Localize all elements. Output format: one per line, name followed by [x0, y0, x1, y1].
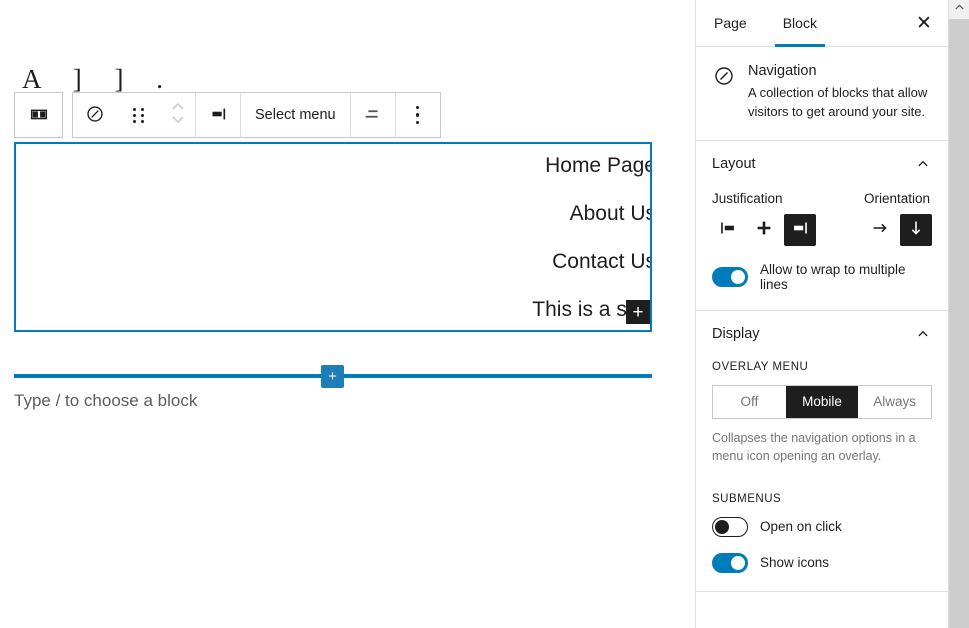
layout-panel-title: Layout [712, 155, 756, 172]
navigation-block[interactable]: Home Page About Us Contact Us This is a … [14, 142, 652, 332]
layout-panel-header[interactable]: Layout [712, 155, 932, 173]
layout-panel: Layout Justification Orientation Allow t… [696, 141, 948, 311]
orientation-control: Orientation [864, 191, 932, 246]
display-panel-header[interactable]: Display [712, 325, 932, 343]
nav-menu-item[interactable]: About Us [570, 202, 650, 226]
block-toolbar: Select menu [14, 92, 441, 138]
navigation-compass-icon [84, 103, 106, 128]
align-button[interactable] [351, 93, 395, 137]
orientation-options [864, 213, 932, 246]
block-inserter-button[interactable]: + [321, 365, 344, 388]
allow-wrap-label: Allow to wrap to multiple lines [760, 261, 906, 292]
columns-toggle-button[interactable] [17, 93, 61, 137]
overlay-menu-segmented-control: Off Mobile Always [712, 384, 932, 419]
drag-handle-icon [133, 107, 145, 123]
orientation-label: Orientation [864, 190, 931, 206]
navigation-item-list: Home Page About Us Contact Us This is a … [16, 144, 650, 330]
navigation-compass-icon [712, 64, 736, 88]
display-panel: Display OVERLAY MENU Off Mobile Always C… [696, 311, 948, 592]
arrow-down-icon [905, 217, 927, 242]
submenus-label: SUBMENUS [712, 492, 782, 505]
move-up-down-icon [169, 100, 187, 131]
toggle-knob [715, 519, 729, 534]
select-menu-button[interactable]: Select menu [241, 93, 350, 137]
show-icons-row: Show icons [712, 552, 932, 573]
tab-page[interactable]: Page [696, 0, 765, 46]
toggle-knob [731, 555, 745, 570]
nav-menu-item[interactable]: Home Page [545, 154, 650, 178]
justification-label: Justification [712, 190, 783, 206]
justify-left-icon [717, 217, 739, 242]
chevron-up-icon [914, 155, 932, 173]
scroll-up-button[interactable] [949, 0, 969, 19]
more-options-icon [415, 105, 420, 125]
block-card-description: A collection of blocks that allow visito… [748, 85, 928, 119]
justification-button[interactable] [196, 93, 240, 137]
justify-left-button[interactable] [712, 214, 744, 246]
columns-icon [28, 103, 50, 128]
justify-right-icon [789, 217, 811, 242]
clipped-glyph-fragments: A ] ] . ] [22, 64, 192, 94]
justify-right-icon [207, 103, 229, 128]
align-text-icon [362, 103, 384, 128]
more-options-button[interactable] [396, 93, 440, 137]
close-sidebar-button[interactable]: ✕ [906, 5, 942, 41]
justification-options [712, 213, 816, 246]
block-card-text: Navigation A collection of blocks that a… [748, 63, 932, 122]
show-icons-toggle[interactable] [712, 552, 748, 573]
toolbar-group-main: Select menu [72, 92, 441, 138]
display-panel-title: Display [712, 325, 760, 342]
tab-block[interactable]: Block [765, 0, 835, 47]
orientation-vertical-button[interactable] [900, 213, 932, 246]
justify-center-button[interactable] [748, 214, 780, 246]
overlay-option-mobile[interactable]: Mobile [785, 385, 859, 418]
settings-sidebar: Page Block ✕ Navigation A collection of … [695, 0, 948, 628]
orientation-horizontal-button[interactable] [864, 214, 896, 246]
overlay-menu-label: OVERLAY MENU [712, 360, 809, 373]
overlay-menu-help: Collapses the navigation options in a me… [712, 430, 916, 463]
wrap-toggle-row: Allow to wrap to multiple lines [712, 262, 932, 292]
block-type-button[interactable] [73, 93, 117, 137]
empty-paragraph-placeholder[interactable]: Type / to choose a block [14, 391, 197, 411]
show-icons-label: Show icons [760, 555, 830, 571]
justification-control: Justification [712, 191, 816, 246]
sidebar-tabs: Page Block ✕ [696, 0, 948, 47]
allow-wrap-toggle[interactable] [712, 266, 748, 287]
vertical-scrollbar[interactable] [948, 0, 969, 628]
open-on-click-label: Open on click [760, 519, 842, 535]
arrow-right-icon [869, 217, 891, 242]
editor-canvas: A ] ] . ] [0, 0, 695, 628]
chevron-up-icon [914, 325, 932, 343]
scrollbar-thumb[interactable] [949, 19, 969, 628]
block-card-title: Navigation [748, 63, 817, 79]
block-card: Navigation A collection of blocks that a… [696, 47, 948, 141]
toggle-knob [731, 269, 745, 284]
block-appender-button[interactable]: + [626, 300, 650, 324]
layout-controls-row: Justification Orientation [712, 191, 932, 246]
toolbar-group-sidebar [14, 92, 63, 138]
justify-right-button[interactable] [784, 213, 816, 246]
move-up-down-button[interactable] [161, 93, 195, 137]
overlay-option-off[interactable]: Off [713, 386, 786, 418]
editor-window: A ] ] . ] [0, 0, 969, 628]
justify-center-icon [753, 217, 775, 242]
open-on-click-row: Open on click [712, 516, 932, 537]
overlay-option-always[interactable]: Always [858, 386, 931, 418]
chevron-up-icon [953, 1, 966, 19]
open-on-click-toggle[interactable] [712, 516, 748, 537]
nav-menu-item[interactable]: Contact Us [552, 250, 650, 274]
drag-handle-button[interactable] [117, 93, 161, 137]
